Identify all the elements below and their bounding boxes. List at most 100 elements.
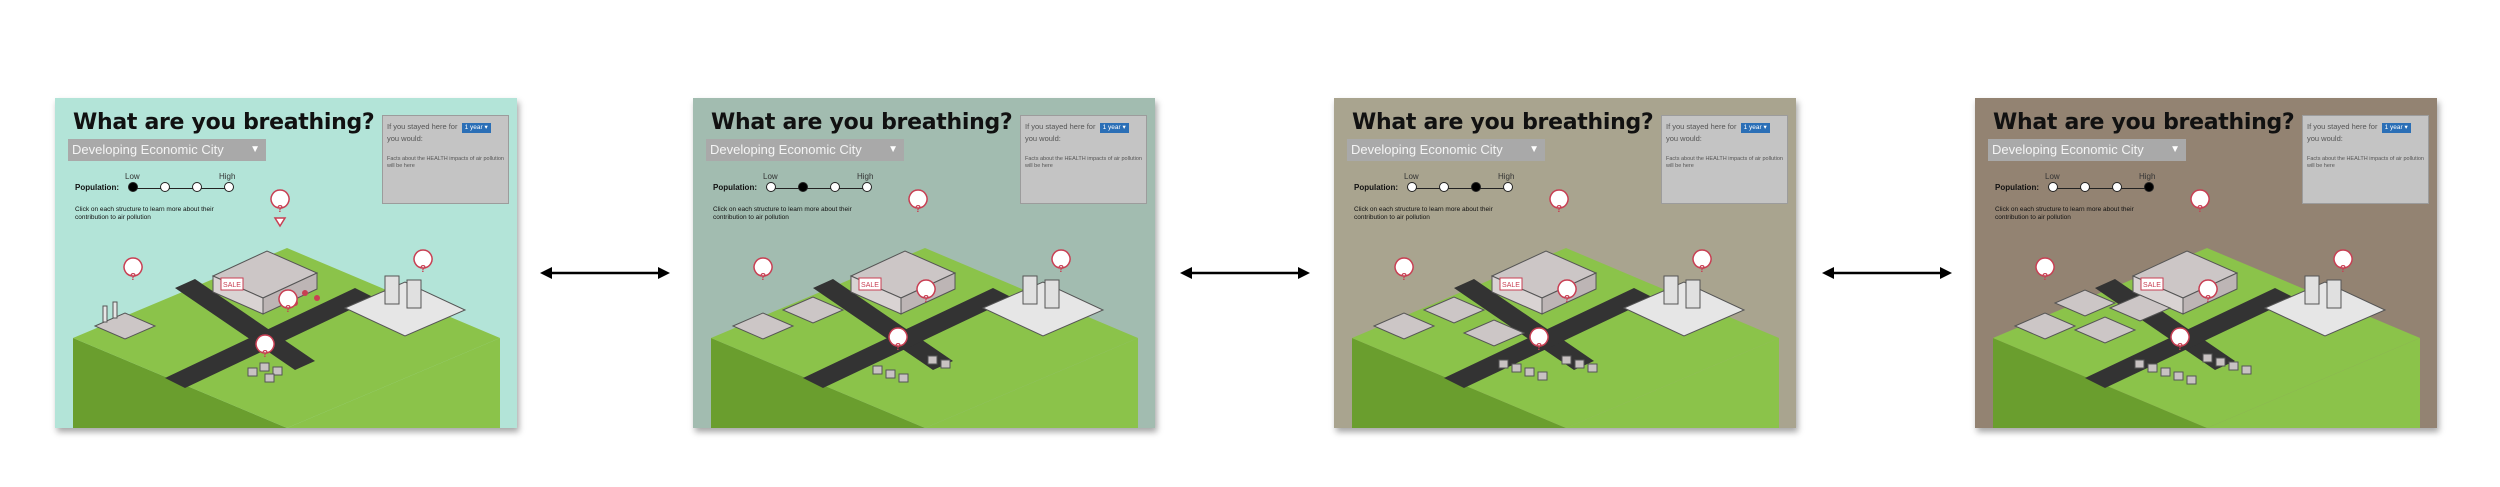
dropdown-value: Developing Economic City <box>1351 142 1503 157</box>
city-type-dropdown[interactable]: Developing Economic City ▼ <box>1347 139 1545 161</box>
page-title: What are you breathing? <box>1352 110 1654 135</box>
map-pin-icon[interactable]: ? <box>2205 294 2211 305</box>
chevron-down-icon: ▼ <box>2170 144 2180 155</box>
info-prefix: If you stayed here for <box>387 122 458 131</box>
instructions: Click on each structure to learn more ab… <box>1995 206 2134 221</box>
map-pin-icon[interactable]: ? <box>130 272 136 283</box>
duration-select[interactable]: 1 year ▾ <box>461 123 491 133</box>
low-label: Low <box>125 172 140 181</box>
page-title: What are you breathing? <box>1993 110 2295 135</box>
instructions: Click on each structure to learn more ab… <box>75 206 214 221</box>
info-box: If you stayed here for 1 year ▾ you woul… <box>1661 115 1788 204</box>
population-label: Population: <box>75 183 119 192</box>
low-label: Low <box>763 172 778 181</box>
map-pin-icon[interactable]: ? <box>420 264 426 275</box>
map-pin-icon[interactable]: ? <box>2197 204 2203 215</box>
double-arrow-icon <box>1180 267 1310 279</box>
map-pin-icon[interactable]: ? <box>2340 264 2346 275</box>
map-pin-icon[interactable]: ? <box>760 272 766 283</box>
population-step-1[interactable] <box>2048 182 2058 192</box>
population-step-2[interactable] <box>2080 182 2090 192</box>
high-label: High <box>1498 172 1515 181</box>
population-step-4[interactable] <box>2144 182 2154 192</box>
shop-sign: SALE <box>223 282 241 289</box>
map-pin-icon[interactable]: ? <box>2042 272 2048 283</box>
map-pin-icon[interactable]: ? <box>923 294 929 305</box>
population-step-3[interactable] <box>1471 182 1481 192</box>
population-step-3[interactable] <box>830 182 840 192</box>
info-box: If you stayed here for 1 year ▾ you woul… <box>1020 115 1147 204</box>
population-slider-track <box>1412 188 1508 189</box>
shop-sign: SALE <box>2143 282 2161 289</box>
map-pin-icon[interactable]: ? <box>1699 264 1705 275</box>
map-pin-icon[interactable]: ? <box>285 304 291 315</box>
info-suffix: you would: <box>1666 134 1702 143</box>
page-title: What are you breathing? <box>73 110 375 135</box>
info-question: If you stayed here for 1 year ▾ you woul… <box>2307 121 2427 145</box>
info-question: If you stayed here for 1 year ▾ you woul… <box>1666 121 1786 145</box>
chevron-down-icon: ▼ <box>888 144 898 155</box>
instructions: Click on each structure to learn more ab… <box>713 206 852 221</box>
population-label: Population: <box>713 183 757 192</box>
population-step-3[interactable] <box>192 182 202 192</box>
duration-select[interactable]: 1 year ▾ <box>2381 123 2411 133</box>
population-step-1[interactable] <box>766 182 776 192</box>
double-arrow-icon <box>540 267 670 279</box>
map-pin-icon[interactable]: ? <box>1536 342 1542 353</box>
duration-select[interactable]: 1 year ▾ <box>1099 123 1129 133</box>
info-suffix: you would: <box>387 134 423 143</box>
low-label: Low <box>1404 172 1419 181</box>
high-label: High <box>857 172 874 181</box>
map-pin-icon[interactable]: ? <box>277 204 283 215</box>
population-step-3[interactable] <box>2112 182 2122 192</box>
population-step-2[interactable] <box>798 182 808 192</box>
page-title: What are you breathing? <box>711 110 1013 135</box>
population-step-1[interactable] <box>128 182 138 192</box>
population-step-2[interactable] <box>160 182 170 192</box>
city-panel-3: SALE ? ? ? ? ? What are you breathing? D… <box>1334 98 1796 428</box>
info-question: If you stayed here for 1 year ▾ you woul… <box>1025 121 1145 145</box>
city-type-dropdown[interactable]: Developing Economic City ▼ <box>68 139 266 161</box>
info-suffix: you would: <box>2307 134 2343 143</box>
map-pin-icon[interactable]: ? <box>2177 342 2183 353</box>
health-facts: Facts about the HEALTH impacts of air po… <box>1666 156 1783 169</box>
info-suffix: you would: <box>1025 134 1061 143</box>
high-label: High <box>2139 172 2156 181</box>
map-pin-icon[interactable]: ? <box>1564 294 1570 305</box>
city-panel-4: SALE ? ? ? ? ? What are you breathing? D… <box>1975 98 2437 428</box>
population-slider-track <box>2053 188 2149 189</box>
chevron-down-icon: ▼ <box>1529 144 1539 155</box>
info-box: If you stayed here for 1 year ▾ you woul… <box>2302 115 2429 204</box>
map-pin-icon[interactable]: ? <box>915 204 921 215</box>
population-step-4[interactable] <box>224 182 234 192</box>
info-prefix: If you stayed here for <box>2307 122 2378 131</box>
dropdown-value: Developing Economic City <box>72 142 224 157</box>
population-slider-track <box>133 188 229 189</box>
map-pin-icon[interactable]: ? <box>1401 272 1407 283</box>
health-facts: Facts about the HEALTH impacts of air po… <box>2307 156 2424 169</box>
map-pin-icon[interactable]: ? <box>1058 264 1064 275</box>
instructions: Click on each structure to learn more ab… <box>1354 206 1493 221</box>
health-facts: Facts about the HEALTH impacts of air po… <box>387 156 504 169</box>
shop-sign: SALE <box>861 282 879 289</box>
map-pin-icon[interactable]: ? <box>262 349 268 360</box>
map-pin-icon[interactable]: ? <box>895 342 901 353</box>
city-type-dropdown[interactable]: Developing Economic City ▼ <box>706 139 904 161</box>
map-pin-icon[interactable]: ? <box>1556 204 1562 215</box>
population-step-4[interactable] <box>1503 182 1513 192</box>
high-label: High <box>219 172 236 181</box>
info-box: If you stayed here for 1 year ▾ you woul… <box>382 115 509 204</box>
population-step-4[interactable] <box>862 182 872 192</box>
city-type-dropdown[interactable]: Developing Economic City ▼ <box>1988 139 2186 161</box>
dropdown-value: Developing Economic City <box>1992 142 2144 157</box>
info-question: If you stayed here for 1 year ▾ you woul… <box>387 121 507 145</box>
chevron-down-icon: ▼ <box>250 144 260 155</box>
population-label: Population: <box>1354 183 1398 192</box>
shop-sign: SALE <box>1502 282 1520 289</box>
population-slider-track <box>771 188 867 189</box>
info-prefix: If you stayed here for <box>1666 122 1737 131</box>
dropdown-value: Developing Economic City <box>710 142 862 157</box>
duration-select[interactable]: 1 year ▾ <box>1740 123 1770 133</box>
population-step-2[interactable] <box>1439 182 1449 192</box>
population-step-1[interactable] <box>1407 182 1417 192</box>
